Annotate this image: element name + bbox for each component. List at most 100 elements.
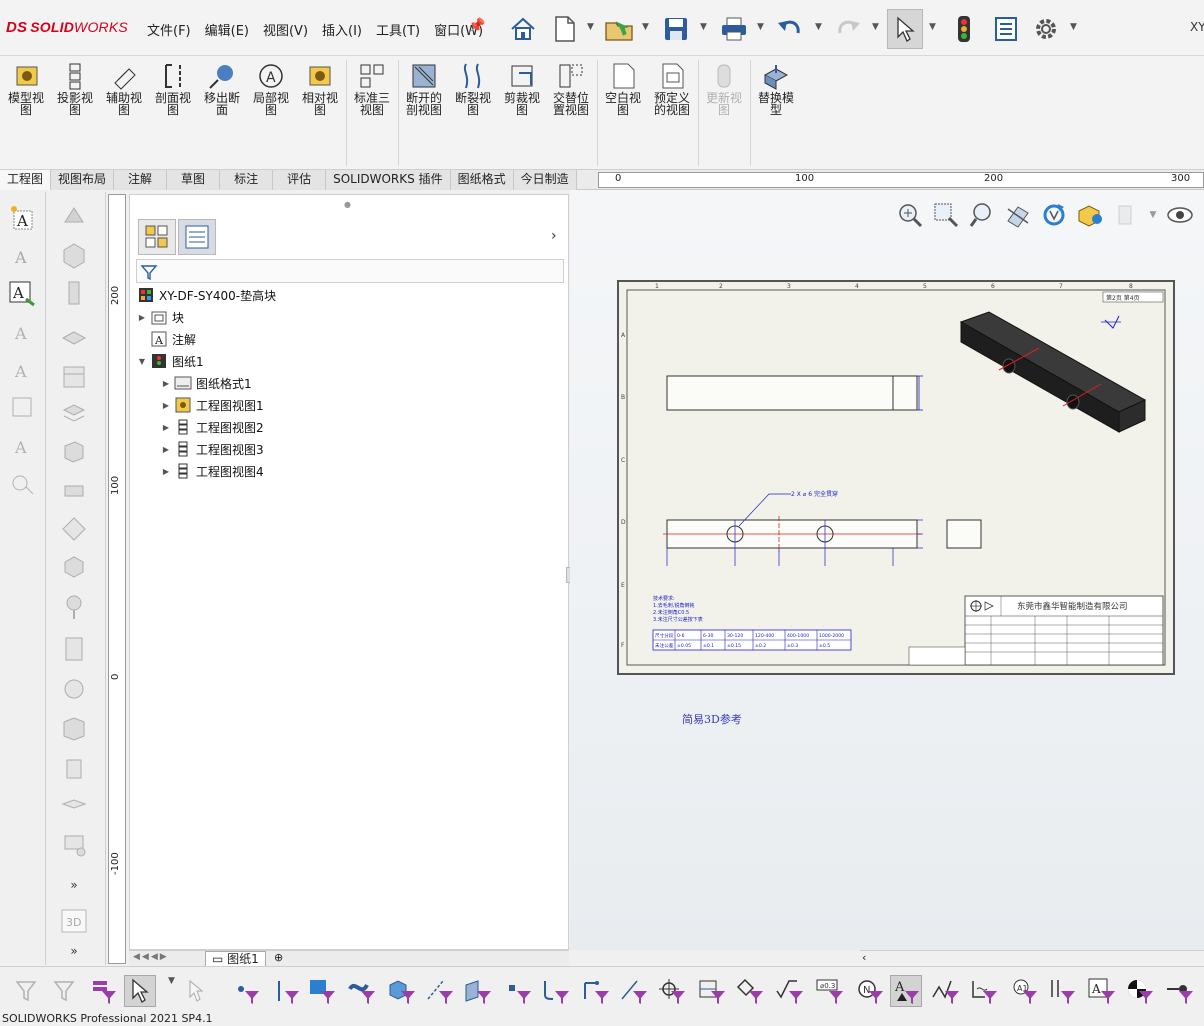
tree-item-annotations[interactable]: A 注解 (148, 329, 196, 349)
tool-slot-6[interactable] (56, 398, 92, 432)
select-dropdown-icon[interactable]: ▼ (929, 22, 936, 32)
tab-addins[interactable]: SOLIDWORKS 插件 (326, 170, 451, 190)
property-manager-tab[interactable] (178, 219, 216, 255)
horizontal-scrollbar[interactable]: ‹ (860, 950, 1204, 966)
predefined-view-button[interactable]: 预定义 的视图 (649, 60, 695, 116)
filter-weld-bead-button[interactable] (968, 975, 1000, 1007)
sheet-nav-arrows-icon[interactable]: ◀◀◀▶ (133, 952, 169, 962)
break-view-button[interactable]: 断裂视 图 (450, 60, 496, 116)
surface-finish-button[interactable] (6, 392, 38, 422)
removed-section-button[interactable]: 移出断 面 (199, 60, 245, 116)
menu-view[interactable]: 视图(V) (256, 20, 315, 39)
filter-mate-button[interactable] (1164, 975, 1196, 1007)
pin-icon[interactable]: 📌 (468, 18, 485, 34)
print-button[interactable] (716, 9, 752, 49)
tree-item-sheet1[interactable]: ▼ 图纸1 (136, 351, 204, 371)
collapse-arrow-icon[interactable]: ▼ (136, 357, 148, 366)
filter-datum-feature-button[interactable]: A1 (1008, 975, 1040, 1007)
tree-root-node[interactable]: XY-DF-SY400-垫高块 (135, 285, 276, 305)
chevron-right-icon[interactable]: › (551, 228, 557, 244)
projected-view-button[interactable]: 投影视 图 (52, 60, 98, 116)
user-tag[interactable]: XY (1190, 20, 1204, 34)
linear-note-button[interactable]: A (6, 278, 38, 308)
options-dropdown-icon[interactable]: ▼ (1070, 22, 1077, 32)
auto-balloon-button[interactable]: A (6, 316, 38, 346)
alternate-position-view-button[interactable]: 交替位 置视图 (548, 60, 594, 116)
menu-insert[interactable]: 插入(I) (315, 20, 369, 39)
filter-sketch-segment-button[interactable] (540, 975, 572, 1007)
tool-slot-10[interactable] (56, 550, 92, 584)
expand-arrow-icon[interactable]: ▶ (160, 379, 172, 388)
filter-clear-button[interactable] (48, 975, 80, 1007)
magnetic-line-button[interactable]: A (6, 354, 38, 384)
filter-surface-body-button[interactable] (346, 975, 378, 1007)
filter-edge-button[interactable] (270, 975, 302, 1007)
hole-callout-button[interactable] (6, 468, 38, 498)
filter-annotation-button[interactable]: A (890, 975, 922, 1007)
view-settings-dropdown-icon[interactable]: ▼ (1147, 200, 1159, 230)
note-button[interactable]: A (6, 202, 38, 232)
rebuild-button[interactable] (946, 9, 982, 49)
tab-view-layout[interactable]: 视图布局 (51, 170, 115, 190)
section-view-hud-button[interactable] (1003, 200, 1033, 230)
rotate-view-button[interactable] (1039, 200, 1069, 230)
menu-file[interactable]: 文件(F) (140, 20, 198, 39)
save-button[interactable] (658, 9, 694, 49)
3d-view-button[interactable]: 3D (56, 904, 92, 938)
tool-slot-4[interactable] (56, 322, 92, 356)
view-settings-button[interactable] (1111, 200, 1141, 230)
tool-slot-11[interactable] (56, 590, 92, 624)
feature-manager-tab[interactable] (138, 219, 176, 255)
tool-slot-5[interactable] (56, 360, 92, 394)
previous-view-button[interactable] (967, 200, 997, 230)
detail-view-button[interactable]: A 局部视 图 (248, 60, 294, 116)
filter-all-button[interactable] (88, 975, 120, 1007)
standard-3-view-button[interactable]: 标准三 视图 (349, 60, 395, 116)
home-button[interactable] (505, 9, 541, 49)
tree-item-blocks[interactable]: ▶ 块 (136, 307, 184, 327)
filter-toggle-button[interactable] (10, 975, 42, 1007)
tool-slot-9[interactable] (56, 512, 92, 546)
select-button[interactable] (887, 9, 923, 49)
filter-sketch-point-button[interactable] (502, 975, 534, 1007)
filter-midpoint-button[interactable] (580, 975, 612, 1007)
filter-solid-body-button[interactable] (386, 975, 418, 1007)
filter-vertex-button[interactable] (230, 975, 262, 1007)
filter-note-button[interactable]: N (854, 975, 886, 1007)
tool-slot-16[interactable] (56, 792, 92, 826)
expand-arrow-icon[interactable]: ▶ (160, 467, 172, 476)
print-dropdown-icon[interactable]: ▼ (757, 22, 764, 32)
filter-text-box-button[interactable]: A (1086, 975, 1118, 1007)
tool-slot-17[interactable] (56, 828, 92, 862)
broken-out-section-button[interactable]: 断开的 剖视图 (401, 60, 447, 116)
replace-model-button[interactable]: 替换模 型 (753, 60, 799, 116)
tool-slot-14[interactable] (56, 712, 92, 746)
tab-annotation[interactable]: 注解 (114, 170, 168, 190)
filter-sketch-line-button[interactable] (618, 975, 650, 1007)
hide-show-items-button[interactable] (1165, 200, 1195, 230)
select-tool-dropdown-icon[interactable]: ▼ (168, 976, 175, 986)
filter-plane-button[interactable] (462, 975, 494, 1007)
tool-slot-15[interactable] (56, 752, 92, 786)
scroll-left-icon[interactable]: ‹ (862, 951, 866, 964)
zoom-to-area-button[interactable] (931, 200, 961, 230)
box-select-button[interactable] (182, 975, 214, 1007)
tool-slot-3[interactable] (56, 276, 92, 310)
expand-arrow-icon[interactable]: ▶ (160, 401, 172, 410)
file-properties-button[interactable] (988, 9, 1024, 49)
expand-more-icon[interactable]: » (56, 868, 92, 902)
tool-slot-13[interactable] (56, 672, 92, 706)
relative-view-button[interactable]: 相对视 图 (297, 60, 343, 116)
section-view-button[interactable]: 剖面视 图 (150, 60, 196, 116)
tool-slot-8[interactable] (56, 474, 92, 508)
auxiliary-view-button[interactable]: 辅助视 图 (101, 60, 147, 116)
filter-geometric-tolerance-button[interactable] (774, 975, 806, 1007)
redo-button[interactable] (830, 9, 866, 49)
drawing-sheet[interactable]: 1 2 3 4 5 6 7 8 A B C D E F 第2页 第4页 2 X … (617, 280, 1175, 675)
expand-more-icon[interactable]: » (56, 934, 92, 968)
tool-slot-12[interactable] (56, 632, 92, 666)
tree-item-drawing-view1[interactable]: ▶ 工程图视图1 (160, 395, 264, 415)
filter-axis-button[interactable] (424, 975, 456, 1007)
tab-drawing[interactable]: 工程图 (0, 170, 52, 190)
tab-evaluate[interactable]: 评估 (273, 170, 327, 190)
